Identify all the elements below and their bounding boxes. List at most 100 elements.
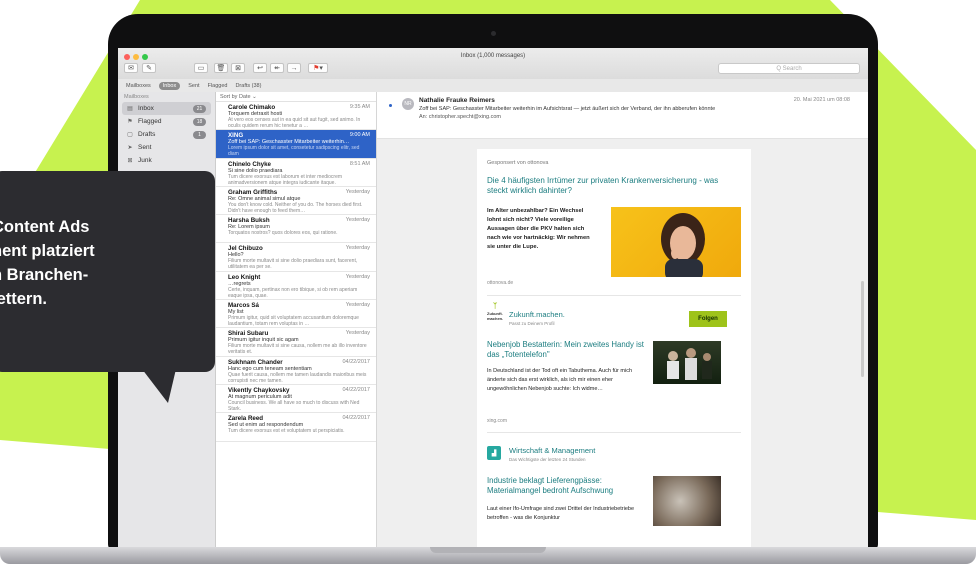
- message-date: 04/22/2017: [342, 415, 370, 422]
- camera: [491, 31, 496, 36]
- message-sender: Carole Chimako: [228, 104, 276, 111]
- ad-image[interactable]: [611, 207, 741, 277]
- unread-badge: 21: [193, 104, 206, 113]
- sidebar-item-sent[interactable]: ➤ Sent: [122, 141, 211, 154]
- reply-button[interactable]: ↩: [253, 63, 267, 73]
- chart-icon: ▟: [487, 446, 501, 460]
- message-date: 9:35 AM: [349, 104, 370, 110]
- message-preview: You don't know cold. Neither of you do. …: [228, 201, 363, 214]
- sidebar-item-junk[interactable]: ⊠ Junk: [122, 154, 211, 167]
- reply-icon: ↩: [257, 65, 263, 72]
- reply-all-button[interactable]: ↞: [270, 63, 284, 73]
- sort-label: Sort by Date ⌄: [220, 93, 257, 100]
- sidebar-item-inbox[interactable]: ▤ Inbox 21: [122, 102, 211, 115]
- message-date: Yesterday: [345, 273, 370, 280]
- junk-icon: ⊠: [235, 65, 241, 72]
- ad-source: ottonova.de: [487, 280, 514, 286]
- archive-icon: ▭: [197, 65, 205, 72]
- fav-mailboxes[interactable]: Mailboxes: [126, 83, 151, 89]
- thinking-woman-image: [661, 213, 705, 277]
- article-title-link[interactable]: Industrie beklagt Lieferengpässe: Materi…: [487, 476, 657, 496]
- message-row[interactable]: Zarela Reed 04/22/2017 Sed ut enim ad resp…: [216, 413, 376, 442]
- channel-subtitle: Passt zu Deinem Profil: [509, 321, 555, 326]
- get-mail-button[interactable]: ✉: [124, 63, 138, 73]
- send-icon: ➤: [127, 145, 133, 151]
- sidebar-item-label: Inbox: [138, 105, 154, 112]
- scrollbar[interactable]: [861, 281, 864, 377]
- message-row[interactable]: XING 9:00 AM Zoff bei SAP: Geschasster Mit…: [216, 130, 376, 159]
- callout-line: Content Ads: [0, 218, 90, 236]
- message-row[interactable]: Marcos Sá Yesterday My list Primum igitur, …: [216, 300, 376, 329]
- message-preview: Filium morte multavit si sine dolio prae…: [228, 258, 358, 271]
- message-date: 9:00 AM: [349, 132, 370, 139]
- message-preview: Filium morte multavit si sine causa, nol…: [228, 343, 367, 356]
- sender-name[interactable]: Nathalie Frauke Reimers: [419, 97, 495, 104]
- sort-control[interactable]: Sort by Date ⌄: [216, 92, 376, 102]
- fav-inbox[interactable]: Inbox: [158, 81, 181, 90]
- zukunft-logo: ᛉ Zukunft. machen.: [487, 303, 504, 321]
- message-header: NR Nathalie Frauke Reimers Zoff bei SAP:…: [377, 92, 868, 139]
- message-row[interactable]: Graham Griffiths Yesterday Re: Omne animal…: [216, 187, 376, 216]
- forward-button[interactable]: →: [287, 63, 301, 73]
- favorites-bar: Mailboxes Inbox Sent Flagged Drafts (38): [118, 79, 868, 93]
- sidebar-item-label: Junk: [138, 157, 152, 164]
- reading-pane: NR Nathalie Frauke Reimers Zoff bei SAP:…: [377, 92, 868, 548]
- message-row[interactable]: Vikently Chaykovsky 04/22/2017 At magnum p…: [216, 385, 376, 414]
- message-row[interactable]: Chinelo Chyke 8:51 AM Si sine dolio praedi…: [216, 159, 376, 187]
- article-image[interactable]: [653, 341, 721, 384]
- draft-icon: ▢: [127, 132, 133, 138]
- callout-text: Content Ads nent platziert n Branchen- l…: [0, 215, 192, 311]
- message-row[interactable]: Carole Chimako 9:35 AM Torquem detraxit ho…: [216, 102, 376, 131]
- ad-title-link[interactable]: Die 4 häufigsten Irrtümer zur privaten K…: [487, 176, 737, 196]
- message-preview: Lorem ipsum dolor sit amet, consetetur s…: [228, 145, 360, 158]
- reply-all-icon: ↞: [274, 65, 280, 72]
- divider: [487, 432, 741, 433]
- trash-icon: 🗑: [216, 65, 226, 72]
- archive-button[interactable]: ▭: [194, 63, 208, 73]
- message-preview: Tum dicere exorsus est laborum et inter …: [228, 173, 343, 186]
- search-placeholder: Q Search: [776, 65, 802, 72]
- message-row[interactable]: Shirai Subaru Yesterday Primum igitur inqu…: [216, 328, 376, 357]
- zukunft-logo-text: Zukunft. machen.: [487, 311, 504, 321]
- message-row[interactable]: Leo Knight Yesterday …regrets Certe, inquam…: [216, 272, 376, 301]
- message-preview: Certe, inquam, pertinax non ero tibique,…: [228, 286, 358, 299]
- compose-button[interactable]: ✎: [142, 63, 156, 73]
- message-row[interactable]: Jel Chibuzo Yesterday Hello? Filium morte m…: [216, 243, 376, 272]
- people-photo: [667, 348, 712, 380]
- follow-button[interactable]: Folgen: [689, 311, 727, 327]
- message-date: Yesterday: [345, 245, 370, 252]
- message-row[interactable]: Harsha Buksh Yesterday Re: Lorem ipsum Torq…: [216, 215, 376, 244]
- article-image[interactable]: [653, 476, 721, 526]
- inbox-icon: ▤: [127, 106, 133, 112]
- message-preview: Torquatos nostros? quos dolores eos, qui…: [228, 230, 338, 237]
- message-preview: Tum dicere exorsus est et voluptatem ut …: [228, 428, 345, 435]
- article-title-link[interactable]: Nebenjob Bestatterin: Mein zweites Handy…: [487, 340, 657, 360]
- message-date: 04/22/2017: [342, 386, 370, 393]
- message-list: Sort by Date ⌄ Carole Chimako 9:35 AM Torq…: [216, 92, 377, 548]
- channel-name[interactable]: Wirtschaft & Management: [509, 446, 595, 455]
- ad-text: Im Alter unbezahlbar? Ein Wechsel lohnt …: [487, 208, 590, 250]
- callout-tail: [142, 369, 176, 403]
- message-preview: Primum igitur, quid sit voluptatem accus…: [228, 315, 359, 328]
- sidebar-item-flagged[interactable]: ⚑ Flagged 18: [122, 115, 211, 128]
- sponsored-label: Gesponsert von ottonova: [487, 160, 549, 166]
- sidebar-item-label: Flagged: [138, 118, 162, 125]
- delete-button[interactable]: 🗑: [214, 63, 228, 73]
- callout-line: nent platziert: [0, 242, 95, 260]
- sidebar-header: Mailboxes: [124, 94, 149, 100]
- envelope-icon: ✉: [128, 65, 134, 72]
- message-row[interactable]: Sukhnam Chander 04/22/2017 Hanc ego cum te…: [216, 357, 376, 385]
- message-date: Yesterday: [345, 330, 370, 337]
- fav-drafts[interactable]: Drafts (38): [235, 83, 261, 89]
- unread-badge: 1: [193, 130, 206, 139]
- flag-button[interactable]: ⚑ ▾: [308, 63, 328, 73]
- fav-sent[interactable]: Sent: [188, 83, 199, 89]
- junk-button[interactable]: ⊠: [231, 63, 245, 73]
- newsletter-body: Gesponsert von ottonova Die 4 häufigsten…: [377, 139, 868, 548]
- laptop-base: [0, 547, 976, 564]
- sidebar-item-drafts[interactable]: ▢ Drafts 1: [122, 128, 211, 141]
- search-input[interactable]: Q Search: [718, 63, 860, 74]
- fav-flagged[interactable]: Flagged: [208, 83, 228, 89]
- channel-name[interactable]: Zukunft.machen.: [509, 310, 565, 319]
- unread-badge: 18: [193, 117, 206, 126]
